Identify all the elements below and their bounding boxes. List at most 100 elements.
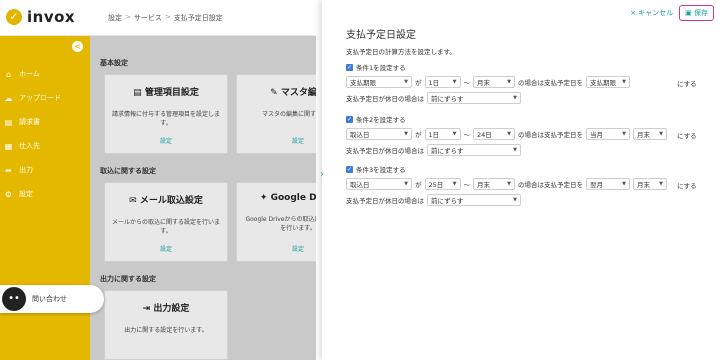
contact-button[interactable]: •• 問い合わせ [0,285,104,313]
card-link[interactable]: 設定 [237,244,316,253]
caret-down-icon: ▼ [404,79,408,85]
field-select[interactable]: 取込日 ▼ [346,128,412,140]
caret-down-icon: ▼ [659,181,663,187]
card-title: 出力設定 [153,304,190,314]
payment-schedule-panel: × キャンセル ▣ 保存 支払予定日設定 支払予定日の計算方法を設定します。 ✓… [322,0,720,360]
collapse-sidebar-icon[interactable]: < [72,41,83,52]
save-button[interactable]: ▣ 保存 [679,5,714,21]
from-select[interactable]: 1日 ▼ [424,128,461,140]
document-icon: ▤ [4,117,13,127]
card-description: マスタの編集に関する設定 [261,111,316,118]
list-icon: ▤ [133,88,145,98]
checkbox-label: 条件1を設定する [356,64,406,72]
checkbox[interactable]: ✓ [346,115,353,123]
app-name: invox [27,8,76,26]
mail-icon: ✉ [129,196,140,206]
caret-down-icon: ▼ [507,181,511,187]
card-link[interactable]: 設定 [105,244,227,253]
to-select[interactable]: 月末 ▼ [473,76,515,88]
holiday-select[interactable]: 前にずらす ▼ [427,92,521,104]
caret-down-icon: ▼ [513,197,517,203]
sidebar-item-output[interactable]: ➦ 出力 [0,158,90,182]
day-select[interactable]: 月末 ▼ [633,128,667,140]
sidebar-item-home[interactable]: ⌂ ホーム [0,62,90,86]
breadcrumb: 設定 > サービス > 支払予定日設定 [108,13,223,23]
holiday-select[interactable]: 前にずらす ▼ [427,194,521,206]
caret-down-icon: ▼ [507,79,511,85]
card-title: 管理項目設定 [144,88,199,98]
card-link[interactable]: 設定 [237,136,316,145]
settings-card[interactable]: ✉ メール取込設定 メールからの取込に関する設定を行います。 設定 [104,182,228,262]
field-select[interactable]: 支払期限 ▼ [346,76,412,88]
caret-down-icon: ▼ [507,131,511,137]
top-bar: ✓ invox 設定 > サービス > 支払予定日設定 [0,0,316,36]
card-description: 出力に関する設定を行います。 [124,327,208,334]
card-title: マスタ編集 [280,88,316,98]
day-select[interactable]: 月末 ▼ [633,178,667,190]
suffix-text: にする [677,182,697,190]
sidebar-item-invoice[interactable]: ▤ 請求書 [0,110,90,134]
caret-down-icon: ▼ [622,181,626,187]
card-description: Google Driveからの取込に関する設定を行います。 [245,216,316,232]
card-link[interactable]: 設定 [105,136,227,145]
app-logo[interactable]: ✓ invox [6,8,75,26]
upload-icon: ☁ [4,93,13,103]
gear-icon: ⚙ [4,189,13,199]
month-select[interactable]: 当月 ▼ [586,128,630,140]
from-select[interactable]: 1日 ▼ [424,76,461,88]
breadcrumb-item: 支払予定日設定 [173,14,223,22]
panel-actions: × キャンセル ▣ 保存 [630,5,714,21]
panel-description: 支払予定日の計算方法を設定します。 [346,48,456,56]
caret-down-icon: ▼ [513,147,517,153]
suffix-text: にする [677,80,697,88]
sidebar-item-settings[interactable]: ⚙ 設定 [0,182,90,206]
breadcrumb-item[interactable]: 設定 [108,13,122,23]
sidebar-item-upload[interactable]: ☁ アップロード [0,86,90,110]
section-title: 取込に関する設定 [100,167,156,175]
suffix-text: にする [677,132,697,140]
holiday-select[interactable]: 前にずらす ▼ [427,144,521,156]
caret-down-icon: ▼ [513,95,517,101]
caret-down-icon: ▼ [622,131,626,137]
caret-down-icon: ▼ [404,131,408,137]
caret-down-icon: ▼ [452,79,457,85]
sidebar-item-vendor[interactable]: ▦ 仕入先 [0,134,90,158]
settings-card[interactable]: ⇥ 出力設定 出力に関する設定を行います。 [104,290,228,360]
to-select[interactable]: 24日 ▼ [473,128,515,140]
breadcrumb-item[interactable]: サービス [134,13,162,23]
settings-main: 基本設定 ▤ 管理項目設定 請求情報に付与する管理項目を設定します。 設定 ✎ … [90,36,316,360]
checkbox-label: 条件3を設定する [356,166,406,174]
card-description: メールからの取込に関する設定を行います。 [111,219,220,235]
settings-card[interactable]: ▤ 管理項目設定 請求情報に付与する管理項目を設定します。 設定 [104,74,228,154]
checkbox[interactable]: ✓ [346,165,353,173]
settings-card[interactable]: ✎ マスタ編集 マスタの編集に関する設定 設定 [236,74,316,154]
chevron-right-icon[interactable]: › [316,170,328,186]
caret-down-icon: ▼ [622,79,626,85]
panel-title: 支払予定日設定 [346,30,416,41]
sidebar-nav: ⌂ ホーム ☁ アップロード ▤ 請求書 ▦ 仕入先 ➦ 出力 ⚙ 設定 [0,62,90,206]
caret-down-icon: ▼ [452,181,457,187]
card-title: Google Drive [270,193,316,203]
section-title: 出力に関する設定 [100,275,156,283]
caret-down-icon: ▼ [452,131,457,137]
caret-down-icon: ▼ [404,181,408,187]
chat-icon: •• [2,287,26,311]
checkbox[interactable]: ✓ [346,63,353,71]
save-icon: ▣ [685,9,694,17]
from-select[interactable]: 25日 ▼ [424,178,461,190]
settings-card[interactable]: ✦ Google Drive Google Driveからの取込に関する設定を行… [236,182,316,262]
cancel-button[interactable]: × キャンセル [630,8,673,18]
field-select[interactable]: 取込日 ▼ [346,178,412,190]
card-description: 請求情報に付与する管理項目を設定します。 [111,111,220,127]
output-icon: ➦ [5,165,12,175]
export-icon: ⇥ [142,304,154,314]
close-icon: × [630,9,639,17]
to-select[interactable]: 月末 ▼ [473,178,515,190]
checkbox-label: 条件2を設定する [356,116,406,124]
month-select[interactable]: 翌月 ▼ [586,178,630,190]
section-title: 基本設定 [100,59,128,67]
caret-down-icon: ▼ [659,131,663,137]
month-select[interactable]: 支払期限 ▼ [586,76,630,88]
condition-block: ✓ 条件1を設定する 支払期限 ▼ が 1日 ▼ 〜 月末 ▼ の場合は支払予定日を 支… [346,62,630,104]
condition-block: ✓ 条件2を設定する 取込日 ▼ が 1日 ▼ 〜 24日 ▼ の場合は支払予定日を 当… [346,114,667,156]
